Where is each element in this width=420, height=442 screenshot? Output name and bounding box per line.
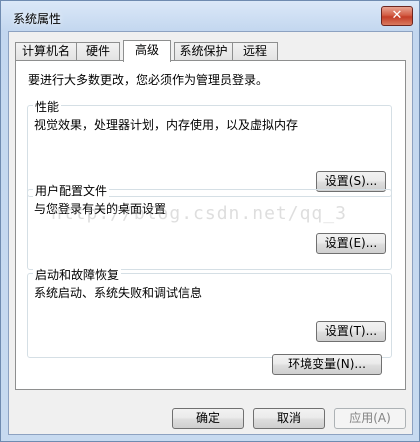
startup-recovery-settings-button[interactable]: 设置(T)...: [316, 321, 386, 342]
window-title: 系统属性: [13, 12, 62, 26]
ok-button[interactable]: 确定: [172, 408, 244, 429]
tab-remote[interactable]: 远程: [232, 42, 278, 60]
environment-variables-button[interactable]: 环境变量(N)...: [272, 354, 382, 375]
advanced-tab-panel: 要进行大多数更改，您必须作为管理员登录。 性能 视觉效果，处理器计划，内存使用，…: [15, 60, 406, 390]
tab-system-protection[interactable]: 系统保护: [174, 42, 233, 60]
user-profiles-group: 用户配置文件 与您登录有关的桌面设置 设置(E)...: [27, 182, 392, 270]
close-button[interactable]: ✕: [381, 6, 413, 26]
tab-computer-name[interactable]: 计算机名: [15, 42, 77, 60]
performance-desc: 视觉效果，处理器计划，内存使用，以及虚拟内存: [34, 118, 299, 132]
admin-notice: 要进行大多数更改，您必须作为管理员登录。: [28, 73, 269, 87]
dialog-client-area: 计算机名 硬件 高级 系统保护 远程 要进行大多数更改，您必须作为管理员登录。 …: [8, 31, 413, 435]
user-profiles-group-title: 用户配置文件: [33, 182, 110, 199]
user-profiles-settings-button[interactable]: 设置(E)...: [316, 233, 386, 254]
startup-recovery-group-title: 启动和故障恢复: [33, 266, 122, 283]
apply-button[interactable]: 应用(A): [334, 408, 406, 429]
tab-hardware[interactable]: 硬件: [76, 42, 120, 60]
performance-group-title: 性能: [33, 98, 62, 115]
close-icon: ✕: [391, 8, 403, 23]
title-bar[interactable]: 系统属性 ✕: [1, 1, 419, 31]
tab-advanced[interactable]: 高级: [123, 40, 171, 62]
system-properties-window: 系统属性 ✕ 计算机名 硬件 高级 系统保护 远程 要进行大多数更改，您必须作为…: [0, 0, 420, 442]
user-profiles-desc: 与您登录有关的桌面设置: [34, 202, 167, 216]
cancel-button[interactable]: 取消: [253, 408, 325, 429]
startup-recovery-desc: 系统启动、系统失败和调试信息: [34, 286, 203, 300]
startup-recovery-group: 启动和故障恢复 系统启动、系统失败和调试信息 设置(T)...: [27, 266, 392, 358]
